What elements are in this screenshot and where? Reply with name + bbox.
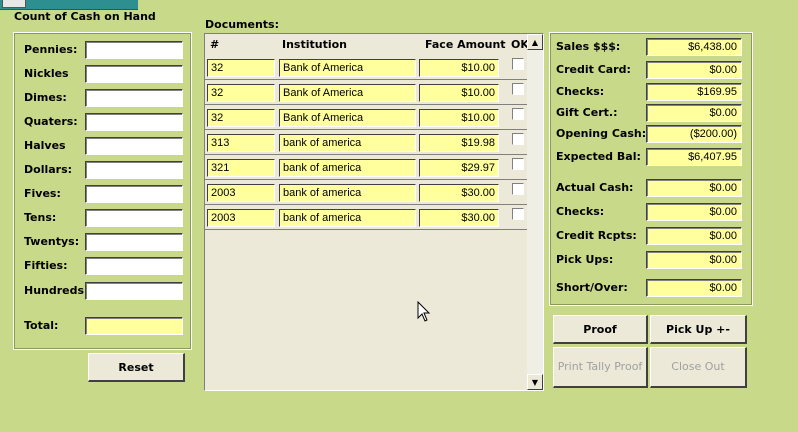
total-label: Total:	[24, 319, 59, 332]
document-ok-checkbox[interactable]	[512, 133, 524, 145]
document-institution-cell[interactable]: bank of america	[279, 134, 416, 152]
summary-value: $0.00	[646, 227, 742, 245]
document-institution-cell[interactable]: bank of america	[279, 159, 416, 177]
cash-field-label: Pennies:	[24, 43, 78, 56]
cash-field-label: Dimes:	[24, 91, 67, 104]
summary-label: Sales $$$:	[556, 40, 621, 53]
documents-title: Documents:	[205, 18, 279, 31]
summary-value: $169.95	[646, 83, 742, 101]
cash-field-input[interactable]	[85, 185, 183, 203]
summary-value: $6,438.00	[646, 38, 742, 56]
cash-field-input[interactable]	[85, 209, 183, 227]
scroll-up-icon[interactable]: ▲	[527, 34, 543, 50]
cash-field-input[interactable]	[85, 41, 183, 59]
document-num-cell[interactable]: 32	[207, 59, 275, 77]
document-amount-cell[interactable]: $30.00	[419, 209, 499, 227]
pickup-button[interactable]: Pick Up +-	[650, 315, 747, 344]
summary-label: Pick Ups:	[556, 253, 614, 266]
cash-field-label: Twentys:	[24, 235, 80, 248]
document-row[interactable]: 32 Bank of America $10.00	[205, 106, 528, 130]
document-row[interactable]: 2003 bank of america $30.00	[205, 181, 528, 205]
cash-field-label: Halves	[24, 139, 66, 152]
col-header-amount: Face Amount	[425, 38, 506, 51]
document-institution-cell[interactable]: bank of america	[279, 209, 416, 227]
cash-field-label: Fifties:	[24, 259, 68, 272]
document-amount-cell[interactable]: $10.00	[419, 59, 499, 77]
document-amount-cell[interactable]: $19.98	[419, 134, 499, 152]
document-num-cell[interactable]: 2003	[207, 184, 275, 202]
document-institution-cell[interactable]: bank of america	[279, 184, 416, 202]
document-num-cell[interactable]: 321	[207, 159, 275, 177]
document-row[interactable]: 313 bank of america $19.98	[205, 131, 528, 155]
summary-value: $0.00	[646, 279, 742, 297]
cash-field-label: Hundreds:	[24, 284, 89, 297]
documents-scrollbar[interactable]: ▲ ▼	[527, 34, 543, 390]
document-ok-checkbox[interactable]	[512, 158, 524, 170]
tab-stub-icon	[2, 0, 26, 8]
document-num-cell[interactable]: 32	[207, 109, 275, 127]
scroll-down-icon[interactable]: ▼	[527, 374, 543, 390]
cash-field-label: Fives:	[24, 187, 61, 200]
document-row[interactable]: 32 Bank of America $10.00	[205, 56, 528, 80]
reset-button[interactable]: Reset	[88, 353, 185, 382]
document-ok-checkbox[interactable]	[512, 183, 524, 195]
summary-value: $0.00	[646, 179, 742, 197]
col-header-institution: Institution	[282, 38, 348, 51]
summary-value: $0.00	[646, 251, 742, 269]
document-amount-cell[interactable]: $29.97	[419, 159, 499, 177]
summary-value: $0.00	[646, 104, 742, 122]
document-amount-cell[interactable]: $10.00	[419, 84, 499, 102]
summary-label: Credit Rcpts:	[556, 229, 637, 242]
document-row[interactable]: 321 bank of america $29.97	[205, 156, 528, 180]
document-amount-cell[interactable]: $10.00	[419, 109, 499, 127]
documents-grid[interactable]: # Institution Face Amount OK 32 Bank of A…	[204, 33, 544, 391]
summary-label: Actual Cash:	[556, 181, 634, 194]
document-row[interactable]: 2003 bank of america $30.00	[205, 206, 528, 230]
summary-label: Opening Cash:	[556, 127, 647, 140]
document-row[interactable]: 32 Bank of America $10.00	[205, 81, 528, 105]
summary-value: $0.00	[646, 203, 742, 221]
cash-field-input[interactable]	[85, 161, 183, 179]
summary-label: Checks:	[556, 85, 605, 98]
cash-field-input[interactable]	[85, 113, 183, 131]
summary-value: $0.00	[646, 61, 742, 79]
document-amount-cell[interactable]: $30.00	[419, 184, 499, 202]
cash-field-label: Nickles	[24, 67, 69, 80]
document-num-cell[interactable]: 313	[207, 134, 275, 152]
cash-field-input[interactable]	[85, 137, 183, 155]
cash-field-input[interactable]	[85, 233, 183, 251]
document-institution-cell[interactable]: Bank of America	[279, 84, 416, 102]
total-field	[85, 317, 183, 335]
document-ok-checkbox[interactable]	[512, 58, 524, 70]
cash-field-input[interactable]	[85, 89, 183, 107]
document-institution-cell[interactable]: Bank of America	[279, 59, 416, 77]
cash-panel-title: Count of Cash on Hand	[14, 10, 156, 23]
document-institution-cell[interactable]: Bank of America	[279, 109, 416, 127]
summary-value: ($200.00)	[646, 125, 742, 143]
summary-label: Credit Card:	[556, 63, 631, 76]
cash-field-label: Dollars:	[24, 163, 73, 176]
cash-field-input[interactable]	[85, 282, 183, 300]
document-ok-checkbox[interactable]	[512, 108, 524, 120]
summary-value: $6,407.95	[646, 148, 742, 166]
print-tally-proof-button[interactable]: Print Tally Proof	[553, 347, 648, 388]
summary-label: Checks:	[556, 205, 605, 218]
window-tab-stub	[0, 0, 138, 10]
close-out-button[interactable]: Close Out	[650, 347, 747, 388]
col-header-num: #	[210, 38, 220, 51]
summary-label: Expected Bal:	[556, 150, 641, 163]
cash-field-input[interactable]	[85, 65, 183, 83]
document-ok-checkbox[interactable]	[512, 83, 524, 95]
mouse-cursor-icon	[417, 301, 431, 322]
document-num-cell[interactable]: 32	[207, 84, 275, 102]
document-num-cell[interactable]: 2003	[207, 209, 275, 227]
summary-label: Gift Cert.:	[556, 106, 618, 119]
cash-field-input[interactable]	[85, 257, 183, 275]
summary-label: Short/Over:	[556, 281, 628, 294]
proof-button[interactable]: Proof	[553, 315, 648, 344]
cash-field-label: Tens:	[24, 211, 57, 224]
document-ok-checkbox[interactable]	[512, 208, 524, 220]
cash-field-label: Quaters:	[24, 115, 78, 128]
